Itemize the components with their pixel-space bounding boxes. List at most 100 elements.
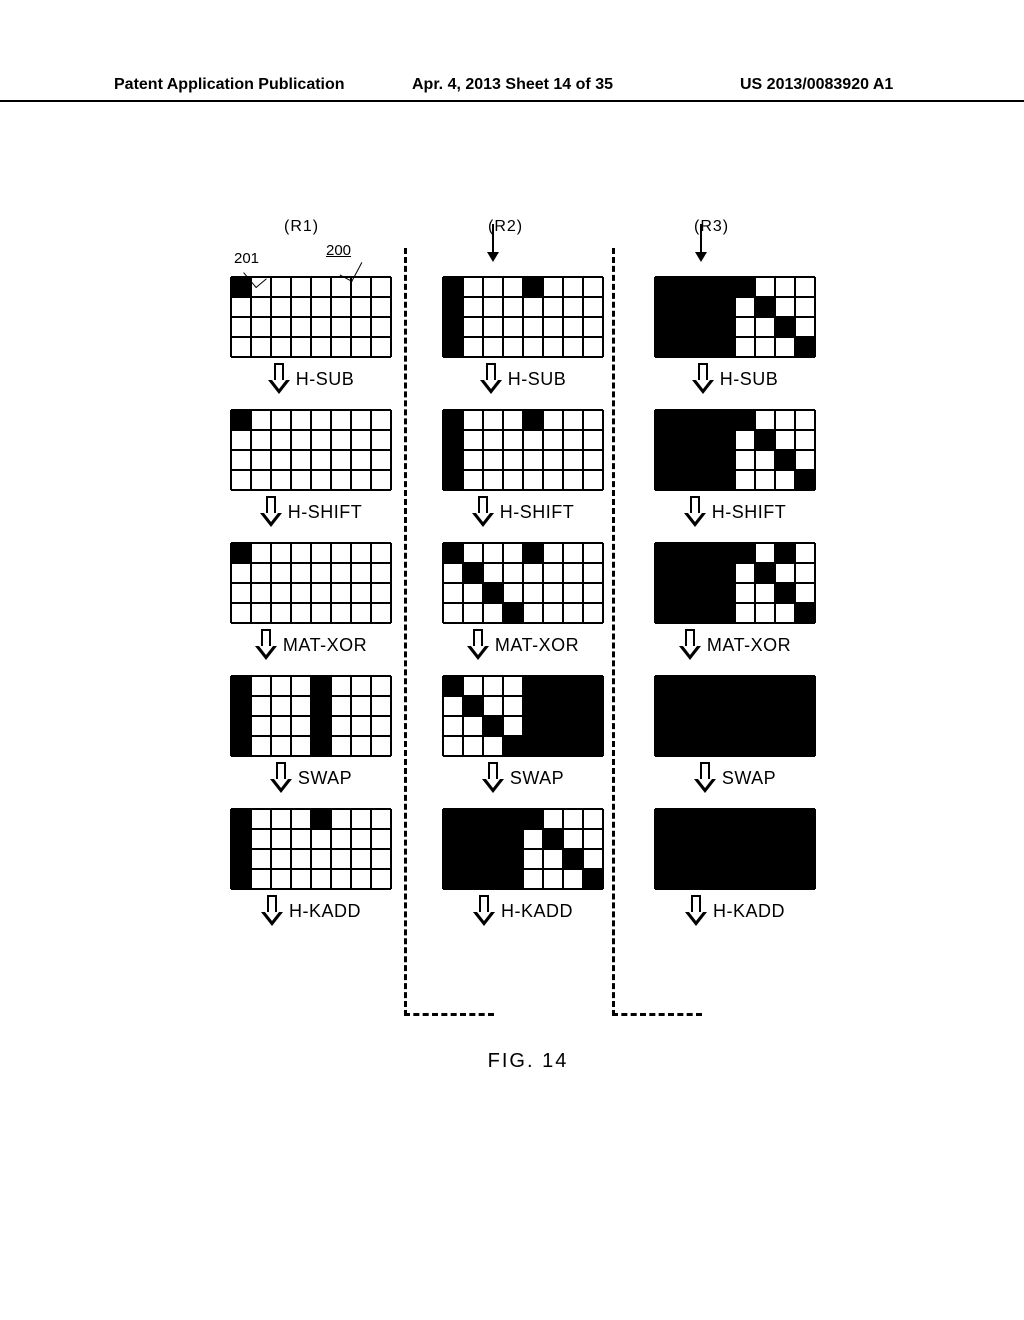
active-cell [563, 696, 583, 716]
down-arrow-icon [467, 629, 489, 661]
state-matrix [443, 676, 603, 756]
active-cell [735, 277, 755, 297]
active-cell [695, 869, 715, 889]
active-cell [463, 849, 483, 869]
active-cell [715, 696, 735, 716]
active-cell [795, 676, 815, 696]
active-cell [463, 696, 483, 716]
operation-label: H-SUB [720, 363, 779, 390]
active-cell [563, 736, 583, 756]
state-matrix [443, 543, 603, 623]
active-cell [483, 716, 503, 736]
active-cell [655, 829, 675, 849]
active-cell [715, 849, 735, 869]
active-cell [715, 869, 735, 889]
active-cell [503, 849, 523, 869]
active-cell [655, 563, 675, 583]
active-cell [675, 543, 695, 563]
down-arrow-icon [472, 496, 494, 528]
active-cell [583, 696, 603, 716]
active-cell [775, 829, 795, 849]
state-matrix [231, 543, 391, 623]
round-header-r1: (R1) [284, 218, 319, 236]
active-cell [443, 829, 463, 849]
active-cell [695, 829, 715, 849]
active-cell [715, 317, 735, 337]
active-cell [543, 676, 563, 696]
active-cell [715, 297, 735, 317]
active-cell [443, 317, 463, 337]
active-cell [735, 696, 755, 716]
round-column-r1: H-SUBH-SHIFTMAT-XORSWAPH-KADD [226, 274, 396, 939]
active-cell [443, 297, 463, 317]
down-arrow-icon [692, 363, 714, 395]
active-cell [655, 736, 675, 756]
active-cell [775, 716, 795, 736]
state-matrix [655, 809, 815, 889]
active-cell [583, 869, 603, 889]
down-arrow-icon [255, 629, 277, 661]
active-cell [463, 563, 483, 583]
active-cell [443, 450, 463, 470]
active-cell [755, 829, 775, 849]
state-matrix [655, 543, 815, 623]
active-cell [675, 603, 695, 623]
active-cell [675, 430, 695, 450]
active-cell [483, 583, 503, 603]
active-cell [755, 849, 775, 869]
active-cell [563, 849, 583, 869]
active-cell [775, 696, 795, 716]
round-loop-arrow-2-stem [700, 224, 702, 254]
active-cell [443, 849, 463, 869]
active-cell [695, 430, 715, 450]
active-cell [675, 297, 695, 317]
active-cell [655, 849, 675, 869]
active-cell [715, 470, 735, 490]
active-cell [655, 410, 675, 430]
active-cell [695, 563, 715, 583]
active-cell [655, 337, 675, 357]
active-cell [543, 696, 563, 716]
active-cell [675, 809, 695, 829]
active-cell [675, 583, 695, 603]
active-cell [443, 430, 463, 450]
active-cell [755, 716, 775, 736]
active-cell [675, 410, 695, 430]
active-cell [655, 297, 675, 317]
state-matrix [231, 410, 391, 490]
active-cell [231, 869, 251, 889]
active-cell [695, 543, 715, 563]
down-arrow-icon [685, 895, 707, 927]
active-cell [735, 410, 755, 430]
active-cell [715, 583, 735, 603]
active-cell [735, 849, 755, 869]
active-cell [715, 410, 735, 430]
down-arrow-icon [473, 895, 495, 927]
active-cell [695, 337, 715, 357]
active-cell [755, 869, 775, 889]
active-cell [655, 430, 675, 450]
down-arrow-icon [260, 496, 282, 528]
active-cell [655, 716, 675, 736]
operation-step: H-KADD [226, 889, 396, 939]
active-cell [715, 543, 735, 563]
active-cell [463, 829, 483, 849]
active-cell [231, 277, 251, 297]
active-cell [563, 716, 583, 736]
active-cell [543, 716, 563, 736]
active-cell [523, 716, 543, 736]
active-cell [675, 736, 695, 756]
active-cell [655, 277, 675, 297]
active-cell [775, 450, 795, 470]
active-cell [655, 470, 675, 490]
active-cell [523, 809, 543, 829]
active-cell [655, 603, 675, 623]
down-arrow-icon [694, 762, 716, 794]
operation-step: MAT-XOR [226, 623, 396, 673]
operation-label: H-SUB [296, 363, 355, 390]
active-cell [675, 716, 695, 736]
active-cell [775, 583, 795, 603]
active-cell [443, 676, 463, 696]
active-cell [775, 543, 795, 563]
active-cell [443, 410, 463, 430]
